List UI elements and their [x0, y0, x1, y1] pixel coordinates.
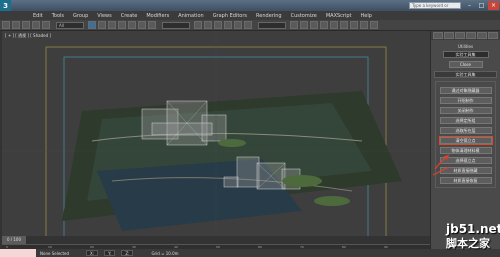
menu-modifiers[interactable]: Modifiers — [146, 13, 169, 19]
menu-group[interactable]: Group — [73, 13, 88, 19]
maximize-icon[interactable]: □ — [476, 1, 487, 10]
main-toolbar: All — [0, 20, 500, 31]
utility-button-5[interactable]: 选取所在层 — [439, 127, 492, 134]
scene-render — [2, 31, 430, 256]
named-selection-dropdown[interactable] — [258, 21, 286, 29]
selection-status: None Selected — [40, 250, 70, 256]
display-tab-icon[interactable] — [477, 32, 487, 39]
percent-snap-icon[interactable] — [234, 21, 242, 29]
manipulate-icon[interactable] — [204, 21, 212, 29]
motion-tab-icon[interactable] — [466, 32, 476, 39]
close-icon[interactable]: × — [488, 1, 499, 10]
menu-rendering[interactable]: Rendering — [256, 13, 282, 19]
y-coordinate-field[interactable]: Y: — [104, 250, 116, 256]
window-crossing-icon[interactable] — [118, 21, 126, 29]
menu-help[interactable]: Help — [361, 13, 372, 19]
select-by-name-icon[interactable] — [98, 21, 106, 29]
link-icon[interactable] — [22, 21, 30, 29]
time-slider-track[interactable]: 0 / 100 — [2, 236, 430, 244]
utilities-tab-icon[interactable] — [488, 32, 498, 39]
utility-button-4[interactable]: 选择定所组 — [439, 117, 492, 124]
redo-icon[interactable] — [12, 21, 20, 29]
utility-button-2[interactable]: 开阳制作 — [439, 97, 492, 104]
x-coordinate-field[interactable]: X: — [86, 250, 99, 256]
mirror-icon[interactable] — [290, 21, 298, 29]
time-slider[interactable]: 0 / 100 — [2, 236, 26, 244]
rollout-header[interactable]: 实验工具集 — [434, 71, 497, 78]
minimize-icon[interactable]: – — [464, 1, 475, 10]
spinner-snap-icon[interactable] — [244, 21, 252, 29]
layer-icon[interactable] — [310, 21, 318, 29]
create-tab-icon[interactable] — [433, 32, 443, 39]
search-input[interactable]: Type a keyword or phrase — [409, 2, 461, 14]
selection-filter-dropdown[interactable]: All — [56, 21, 84, 29]
app-logo-icon[interactable]: 3 — [0, 0, 11, 11]
modify-tab-icon[interactable] — [444, 32, 454, 39]
menu-animation[interactable]: Animation — [178, 13, 204, 19]
annotation-arrow — [432, 154, 450, 176]
utilities-label: Utilities — [457, 44, 474, 49]
pivot-icon[interactable] — [194, 21, 202, 29]
z-coordinate-field[interactable]: Z: — [121, 250, 134, 256]
render-icon[interactable] — [370, 21, 378, 29]
undo-icon[interactable] — [2, 21, 10, 29]
watermark-chinese: 脚本之家 — [446, 237, 490, 250]
perspective-viewport[interactable]: [ + ] [ 透视 ] [ Shaded ] — [2, 31, 430, 256]
render-setup-icon[interactable] — [350, 21, 358, 29]
rotate-icon[interactable] — [138, 21, 146, 29]
site-watermark: jb51.net 脚本之家 — [446, 222, 500, 257]
utility-button-1[interactable]: 通过对象隐藏器 — [439, 87, 492, 94]
watermark-domain: jb51.net — [446, 222, 500, 236]
utility-button-3[interactable]: 关闭制作 — [439, 107, 492, 114]
menu-tools[interactable]: Tools — [52, 13, 64, 19]
maxscript-listener-mini[interactable] — [0, 249, 36, 257]
command-panel-tabs — [431, 31, 500, 40]
menu-graph-editors[interactable]: Graph Editors — [213, 13, 247, 19]
hierarchy-tab-icon[interactable] — [455, 32, 465, 39]
move-icon[interactable] — [128, 21, 136, 29]
angle-snap-icon[interactable] — [224, 21, 232, 29]
menu-create[interactable]: Create — [121, 13, 138, 19]
status-bar: None Selected X: Y: Z: Grid = 10.0m — [0, 249, 500, 257]
align-icon[interactable] — [300, 21, 308, 29]
menu-bar: Edit Tools Group Views Create Modifiers … — [0, 11, 500, 20]
material-editor-icon[interactable] — [340, 21, 348, 29]
curve-editor-icon[interactable] — [320, 21, 328, 29]
scale-icon[interactable] — [148, 21, 156, 29]
close-button[interactable]: Close — [448, 61, 483, 68]
utility-dropdown[interactable]: 实验工具集 — [442, 51, 489, 58]
reference-coord-dropdown[interactable] — [162, 21, 190, 29]
menu-edit[interactable]: Edit — [33, 13, 43, 19]
grid-size: Grid = 10.0m — [151, 250, 179, 256]
title-bar: 3 Type a keyword or phrase – □ × — [0, 0, 500, 14]
bind-icon[interactable] — [42, 21, 50, 29]
snap-icon[interactable] — [214, 21, 222, 29]
unlink-icon[interactable] — [32, 21, 40, 29]
schematic-icon[interactable] — [330, 21, 338, 29]
select-icon[interactable] — [88, 21, 96, 29]
menu-customize[interactable]: Customize — [291, 13, 317, 19]
render-frame-icon[interactable] — [360, 21, 368, 29]
region-select-icon[interactable] — [108, 21, 116, 29]
menu-views[interactable]: Views — [97, 13, 111, 19]
menu-maxscript[interactable]: MAXScript — [326, 13, 352, 19]
